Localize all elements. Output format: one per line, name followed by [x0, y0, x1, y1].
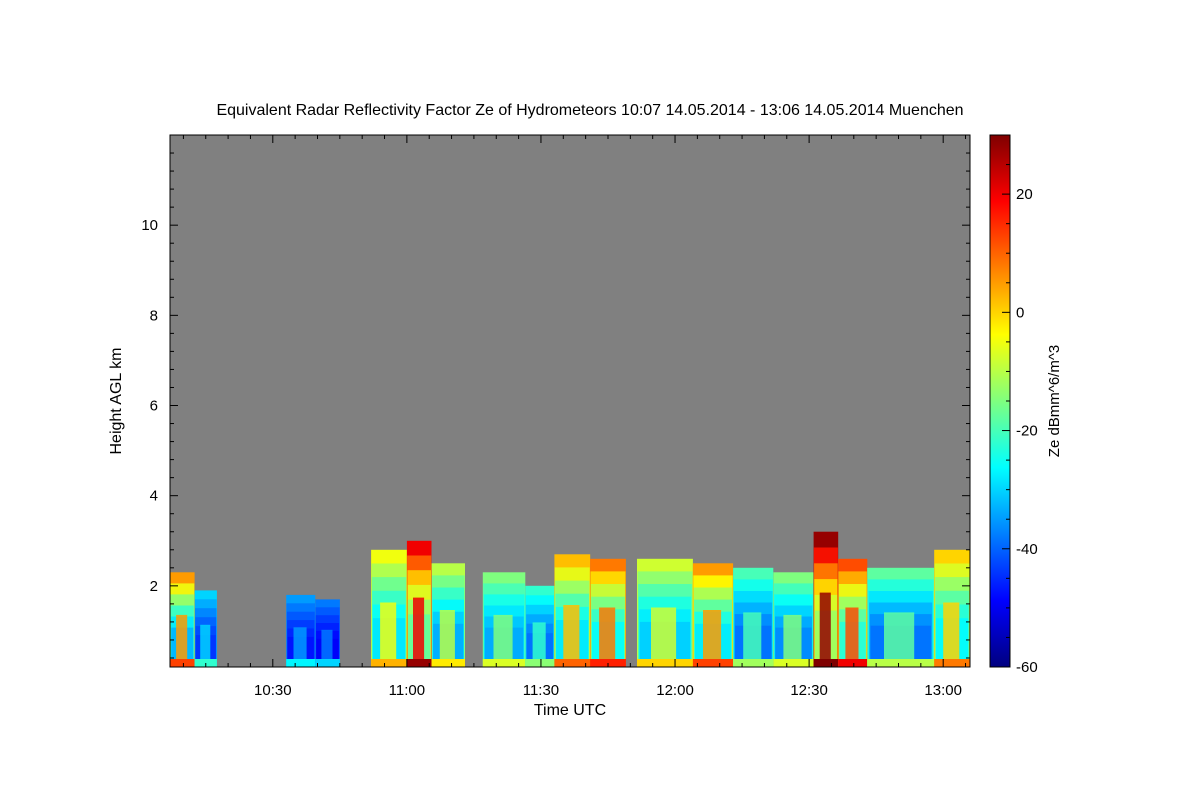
y-axis-label: Height AGL km [108, 347, 125, 454]
x-axis-label: Time UTC [534, 702, 606, 719]
y-tick-label: 10 [141, 217, 158, 234]
echo-cell [867, 567, 935, 667]
echo-cell [286, 594, 316, 667]
echo-cell [934, 549, 970, 667]
echo-cell [371, 549, 407, 667]
y-tick-label: 8 [150, 307, 158, 324]
chart-title: Equivalent Radar Reflectivity Factor Ze … [216, 102, 963, 119]
echo-cell [637, 558, 693, 667]
plot-area [169, 134, 971, 668]
x-tick-label: 11:30 [523, 682, 559, 699]
x-tick-label: 13:00 [924, 682, 962, 699]
colorbar-tick-label: 0 [1016, 304, 1024, 321]
x-tick-label: 10:30 [254, 682, 292, 699]
colorbar-tick-label: 20 [1016, 186, 1033, 203]
colorbar-tick-label: -40 [1016, 541, 1038, 558]
echo-cell [773, 572, 814, 667]
echo-cell [590, 558, 626, 667]
echo-cell [406, 540, 432, 667]
echo-cell [194, 590, 217, 667]
radar-chart: Equivalent Radar Reflectivity Factor Ze … [108, 102, 1063, 719]
echo-cell [525, 585, 555, 667]
x-tick-label: 12:30 [790, 682, 828, 699]
echo-cell [315, 599, 340, 667]
colorbar-tick-label: -60 [1016, 659, 1038, 676]
colorbar: 20 0 -20 -40 -60 Ze dBmm^6/m^3 [989, 134, 1063, 676]
colorbar-label: Ze dBmm^6/m^3 [1046, 345, 1063, 457]
echo-cell [838, 558, 868, 667]
y-tick-label: 2 [150, 578, 158, 595]
colorbar-tick-label: -20 [1016, 423, 1038, 440]
y-tick-label: 6 [150, 398, 158, 415]
echo-cell [813, 531, 839, 667]
x-tick-label: 12:00 [656, 682, 694, 699]
echo-cell [482, 572, 526, 667]
x-tick-label: 11:00 [389, 682, 425, 699]
echo-cell [733, 567, 774, 667]
echo-cell [431, 563, 465, 667]
y-tick-label: 4 [150, 488, 158, 505]
echo-cell [170, 572, 195, 667]
echo-cell [554, 554, 591, 667]
echo-cell [692, 563, 734, 667]
